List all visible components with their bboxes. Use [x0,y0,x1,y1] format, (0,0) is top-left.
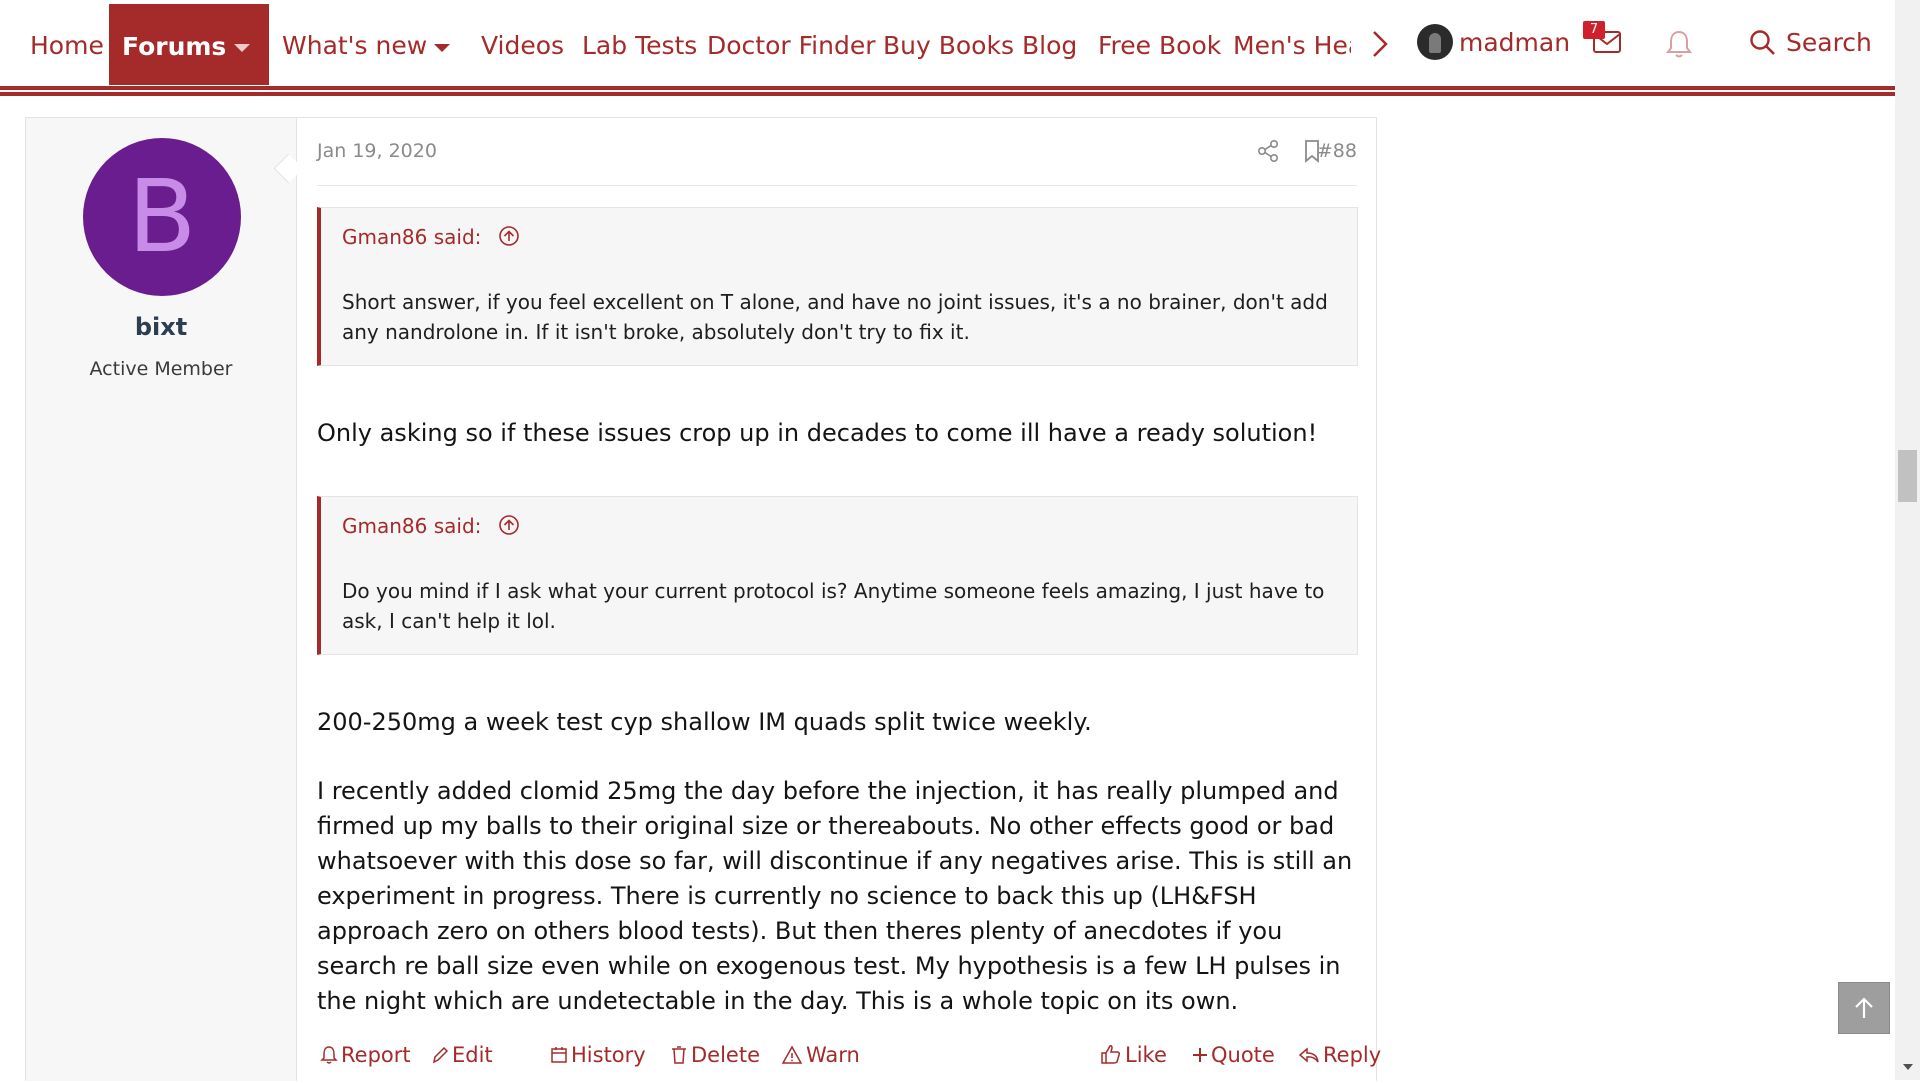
search-icon[interactable] [1749,29,1777,57]
author-title: Active Member [89,358,233,380]
whats-new-dropdown-caret[interactable] [434,44,450,52]
nav-search[interactable]: Search [1786,0,1872,85]
warning-icon [781,1045,803,1064]
quote-author[interactable]: Gman86 said: [342,514,481,538]
post-body: Jan 19, 2020 #88 Gman86 said: Short answ… [317,118,1381,1083]
like-label: Like [1125,1043,1167,1067]
quote-attribution[interactable]: Gman86 said: [342,514,520,538]
forums-dropdown-caret[interactable] [234,44,250,52]
quote-attribution[interactable]: Gman86 said: [342,225,520,249]
calendar-icon [551,1047,567,1063]
author-avatar[interactable]: B [83,138,241,296]
scrollbar-thumb[interactable] [1898,450,1917,502]
post-date[interactable]: Jan 19, 2020 [317,140,437,162]
report-label: Report [341,1043,411,1067]
edit-button[interactable]: Edit [431,1043,493,1067]
page-scrollbar[interactable] [1895,0,1920,1080]
reply-label: Reply [1323,1043,1382,1067]
post-paragraph: I recently added clomid 25mg the day bef… [317,777,1353,1015]
nav-buy-books[interactable]: Buy Books [883,0,1014,85]
chevron-right-icon[interactable] [1368,28,1392,60]
post-number[interactable]: #88 [1317,140,1357,162]
quote-author[interactable]: Gman86 said: [342,225,481,249]
nav-whats-new[interactable]: What's new [282,0,427,85]
bell-icon [320,1046,338,1064]
reply-button[interactable]: Reply [1298,1043,1381,1067]
quote-text: Do you mind if I ask what your current p… [342,579,1325,633]
nav-forums[interactable]: Forums [109,4,269,85]
plus-icon [1193,1048,1207,1062]
report-button[interactable]: Report [320,1043,411,1067]
author-name[interactable]: bixt [26,313,296,341]
share-icon[interactable] [1255,138,1281,164]
delete-button[interactable]: Delete [670,1043,760,1067]
thumbs-up-icon [1101,1045,1121,1064]
arrow-up-icon [1855,997,1873,1018]
quote-block: Gman86 said: Do you mind if I ask what y… [317,496,1358,655]
delete-label: Delete [691,1043,760,1067]
quote-button[interactable]: Quote [1192,1043,1275,1067]
post-paragraph: 200-250mg a week test cyp shallow IM qua… [317,708,1092,736]
warn-label: Warn [806,1043,860,1067]
reply-arrow-icon [1298,1047,1319,1063]
nav-videos[interactable]: Videos [481,0,564,85]
quote-text: Short answer, if you feel excellent on T… [342,290,1328,344]
nav-doctor-finder[interactable]: Doctor Finder [707,0,876,85]
history-button[interactable]: History [550,1043,646,1067]
nav-blog[interactable]: Blog [1022,0,1077,85]
user-avatar[interactable] [1417,24,1453,60]
nav-lab-tests[interactable]: Lab Tests [582,0,697,85]
warn-button[interactable]: Warn [781,1043,860,1067]
nav-free-book[interactable]: Free Book [1098,0,1221,85]
pencil-icon [432,1046,449,1064]
post-header-divider [317,185,1357,186]
nav-mens-health[interactable]: Men's Health [1233,0,1351,85]
top-navigation: Home Forums What's new Videos Lab Tests … [0,0,1895,85]
nav-divider-top [0,86,1895,90]
back-to-top-button[interactable] [1838,982,1890,1034]
like-button[interactable]: Like [1100,1043,1167,1067]
bell-icon[interactable] [1666,29,1692,59]
history-label: History [571,1043,646,1067]
nav-username[interactable]: madman [1459,0,1570,85]
nav-home[interactable]: Home [30,0,104,85]
quote-label: Quote [1211,1043,1275,1067]
post-paragraph: Only asking so if these issues crop up i… [317,419,1318,447]
post-user-panel: B bixt Active Member [26,118,297,1081]
jump-to-quote-icon[interactable] [498,225,520,247]
edit-label: Edit [452,1043,493,1067]
message-count-badge: 7 [1583,21,1605,39]
nav-divider-bottom [0,92,1895,96]
quote-block: Gman86 said: Short answer, if you feel e… [317,207,1358,366]
scroll-down-arrow-icon[interactable] [1903,1064,1913,1070]
forum-post: B bixt Active Member Jan 19, 2020 #88 Gm… [25,117,1381,1083]
post-actions-bar: Report Edit History Delete Warn Like Quo… [317,1043,1381,1083]
trash-icon [672,1046,686,1064]
nav-forums-label: Forums [122,32,227,61]
jump-to-quote-icon[interactable] [498,514,520,536]
